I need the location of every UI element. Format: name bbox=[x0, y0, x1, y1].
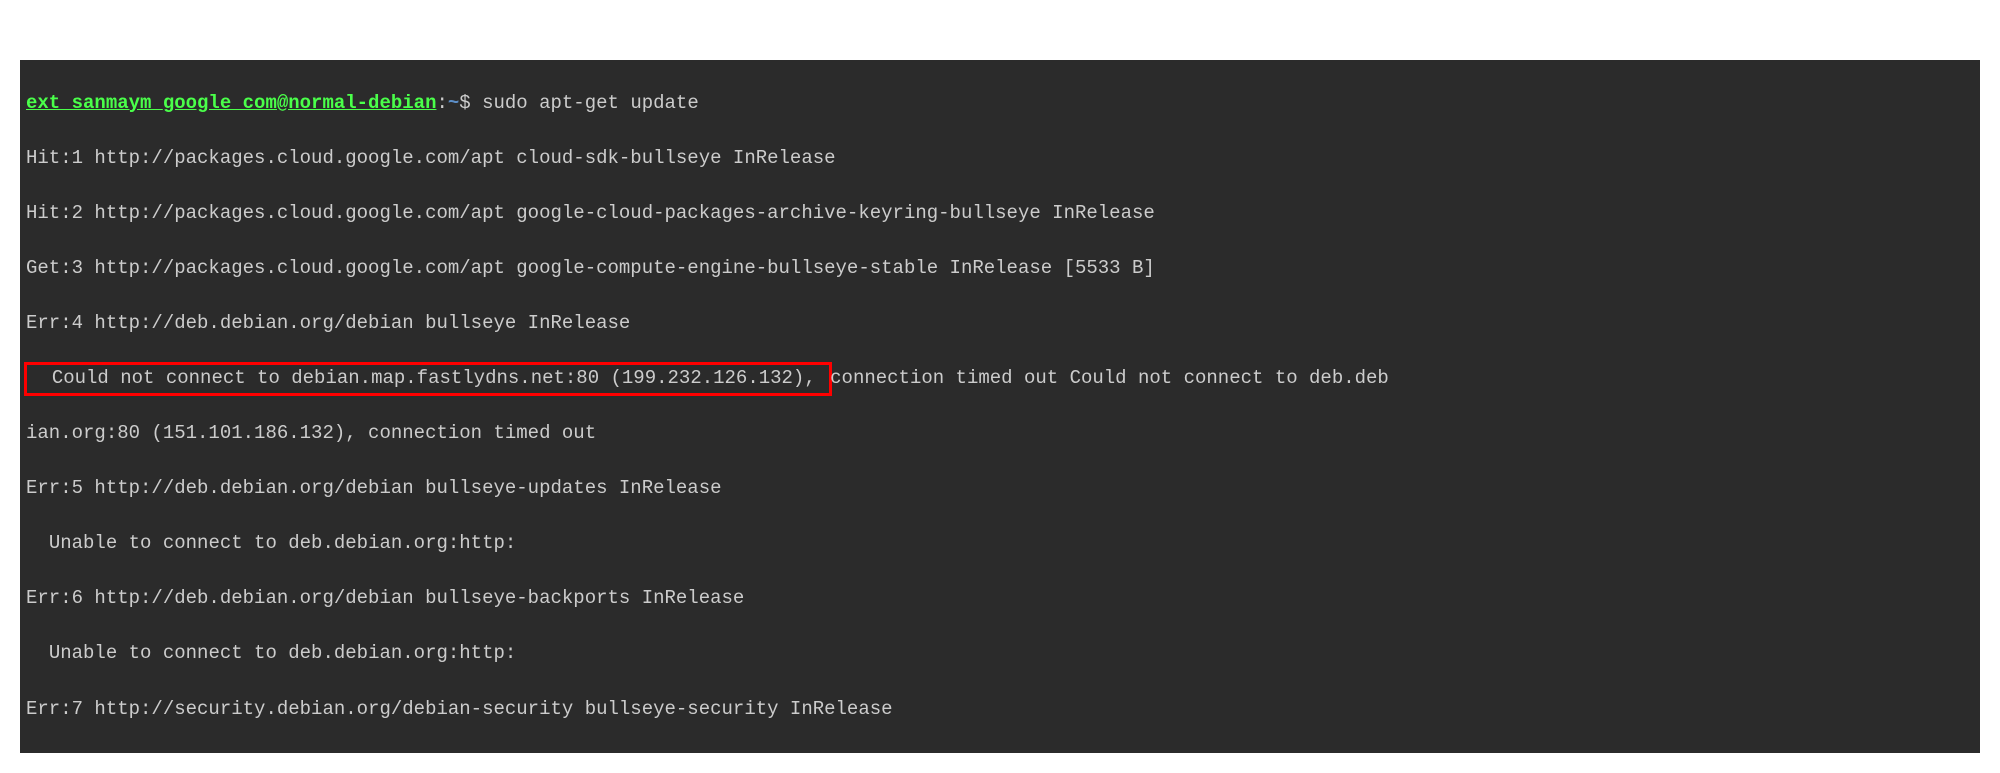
output-line-8: Err:6 http://deb.debian.org/debian bulls… bbox=[26, 585, 1974, 613]
output-line-5: Could not connect to debian.map.fastlydn… bbox=[26, 365, 1974, 393]
terminal-window[interactable]: ext_sanmaym_google_com@normal-debian:~$ … bbox=[20, 60, 1980, 753]
output-line-5-tail: connection timed out Could not connect t… bbox=[830, 367, 1389, 389]
prompt-dollar: $ bbox=[459, 92, 470, 114]
command-text: sudo apt-get update bbox=[482, 92, 699, 114]
output-line-9: Unable to connect to deb.debian.org:http… bbox=[26, 640, 1974, 668]
prompt-colon: : bbox=[436, 92, 447, 114]
output-line-10: Err:7 http://security.debian.org/debian-… bbox=[26, 696, 1974, 724]
output-line-1: Hit:1 http://packages.cloud.google.com/a… bbox=[26, 145, 1974, 173]
output-line-3: Get:3 http://packages.cloud.google.com/a… bbox=[26, 255, 1974, 283]
output-line-7: Unable to connect to deb.debian.org:http… bbox=[26, 530, 1974, 558]
prompt-line: ext_sanmaym_google_com@normal-debian:~$ … bbox=[26, 90, 1974, 118]
output-line-2: Hit:2 http://packages.cloud.google.com/a… bbox=[26, 200, 1974, 228]
output-line-6: Err:5 http://deb.debian.org/debian bulls… bbox=[26, 475, 1974, 503]
output-line-4: Err:4 http://deb.debian.org/debian bulls… bbox=[26, 310, 1974, 338]
prompt-user-host: ext_sanmaym_google_com@normal-debian bbox=[26, 92, 436, 114]
error-highlight-box: Could not connect to debian.map.fastlydn… bbox=[24, 362, 832, 396]
prompt-path: ~ bbox=[448, 92, 459, 114]
output-line-5-wrap: ian.org:80 (151.101.186.132), connection… bbox=[26, 420, 1974, 448]
